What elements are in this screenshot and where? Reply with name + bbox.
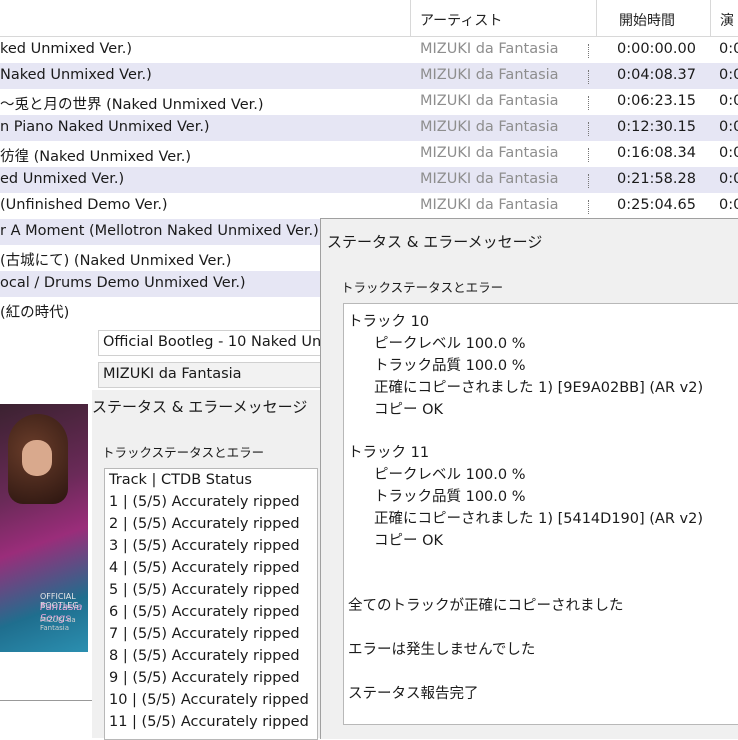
column-marker bbox=[588, 96, 592, 110]
status-text-box[interactable]: トラック 10 ピークレベル 100.0 % トラック品質 100.0 % 正確… bbox=[343, 303, 738, 725]
status-line: ピークレベル 100.0 % bbox=[374, 467, 526, 483]
panel-divider bbox=[0, 700, 92, 701]
track-title: 彷徨 (Naked Unmixed Ver.) bbox=[0, 149, 192, 165]
track-title: 〜兎と月の世界 (Naked Unmixed Ver.) bbox=[0, 97, 264, 113]
track-row[interactable]: ked Unmixed Ver.) MIZUKI da Fantasia 0:0… bbox=[0, 37, 738, 63]
column-marker bbox=[588, 122, 592, 136]
status-line: 1 | (5/5) Accurately ripped bbox=[109, 494, 300, 510]
track-pregap: 0:0 bbox=[719, 119, 738, 135]
track-row[interactable]: Naked Unmixed Ver.) MIZUKI da Fantasia 0… bbox=[0, 63, 738, 89]
status-line: 正確にコピーされました 1) [5414D190] (AR v2) bbox=[374, 511, 703, 527]
column-marker bbox=[588, 148, 592, 162]
column-marker bbox=[588, 174, 592, 188]
status-line: コピー OK bbox=[374, 402, 444, 418]
cover-figure-face bbox=[22, 440, 52, 476]
track-artist: MIZUKI da Fantasia bbox=[420, 145, 559, 161]
track-pregap: 0:0 bbox=[719, 41, 738, 57]
track-title: ocal / Drums Demo Unmixed Ver.) bbox=[0, 275, 246, 291]
track-artist: MIZUKI da Fantasia bbox=[420, 41, 559, 57]
status-line: 10 | (5/5) Accurately ripped bbox=[109, 692, 309, 708]
track-artist: MIZUKI da Fantasia bbox=[420, 93, 559, 109]
column-marker bbox=[588, 44, 592, 58]
status-line: トラック 11 bbox=[348, 445, 430, 461]
column-separator[interactable] bbox=[410, 0, 411, 36]
column-marker bbox=[588, 70, 592, 84]
cover-label-artist: MIZUKI da Fantasia bbox=[40, 616, 76, 632]
track-title: ed Unmixed Ver.) bbox=[0, 171, 125, 187]
track-title: ked Unmixed Ver.) bbox=[0, 41, 133, 57]
track-row[interactable]: n Piano Naked Unmixed Ver.) MIZUKI da Fa… bbox=[0, 115, 738, 141]
track-row[interactable]: (Unfinished Demo Ver.) MIZUKI da Fantasi… bbox=[0, 193, 738, 219]
status-line: 6 | (5/5) Accurately ripped bbox=[109, 604, 300, 620]
track-title: (紅の時代) bbox=[0, 305, 70, 321]
status-line: 9 | (5/5) Accurately ripped bbox=[109, 670, 300, 686]
status-text-box[interactable]: Track | CTDB Status 1 | (5/5) Accurately… bbox=[104, 468, 318, 740]
track-artist: MIZUKI da Fantasia bbox=[420, 171, 559, 187]
track-row[interactable]: 〜兎と月の世界 (Naked Unmixed Ver.) MIZUKI da F… bbox=[0, 89, 738, 115]
status-line: Track | CTDB Status bbox=[109, 472, 252, 488]
status-line: トラック品質 100.0 % bbox=[374, 489, 526, 505]
status-line: トラック 10 bbox=[348, 314, 430, 330]
status-window-accuraterip: ステータス & エラーメッセージ トラックステータスとエラー トラック 10 ピ… bbox=[320, 218, 738, 739]
status-line: 2 | (5/5) Accurately ripped bbox=[109, 516, 300, 532]
track-title: Naked Unmixed Ver.) bbox=[0, 67, 152, 83]
track-start-time: 0:04:08.37 bbox=[617, 67, 696, 83]
status-line: ステータス報告完了 bbox=[348, 686, 479, 702]
track-start-time: 0:16:08.34 bbox=[617, 145, 696, 161]
status-line: 4 | (5/5) Accurately ripped bbox=[109, 560, 300, 576]
track-title: n Piano Naked Unmixed Ver.) bbox=[0, 119, 210, 135]
track-start-time: 0:25:04.65 bbox=[617, 197, 696, 213]
window-title: ステータス & エラーメッセージ bbox=[92, 398, 308, 416]
status-line: 正確にコピーされました 1) [9E9A02BB] (AR v2) bbox=[374, 380, 704, 396]
track-pregap: 0:0 bbox=[719, 145, 738, 161]
track-title: r A Moment (Mellotron Naked Unmixed Ver.… bbox=[0, 223, 319, 239]
column-separator[interactable] bbox=[710, 0, 711, 36]
track-start-time: 0:06:23.15 bbox=[617, 93, 696, 109]
track-start-time: 0:00:00.00 bbox=[617, 41, 696, 57]
status-line: エラーは発生しませんでした bbox=[348, 642, 536, 658]
column-header-extra[interactable]: 演 bbox=[720, 10, 734, 30]
track-pregap: 0:0 bbox=[719, 67, 738, 83]
status-line: 全てのトラックが正確にコピーされました bbox=[348, 598, 624, 614]
track-row[interactable]: 彷徨 (Naked Unmixed Ver.) MIZUKI da Fantas… bbox=[0, 141, 738, 167]
track-artist: MIZUKI da Fantasia bbox=[420, 197, 559, 213]
status-line: ピークレベル 100.0 % bbox=[374, 336, 526, 352]
status-line: 3 | (5/5) Accurately ripped bbox=[109, 538, 300, 554]
status-line: 8 | (5/5) Accurately ripped bbox=[109, 648, 300, 664]
column-separator[interactable] bbox=[596, 0, 597, 36]
column-header-start-time[interactable]: 開始時間 bbox=[619, 10, 675, 30]
group-label: トラックステータスとエラー bbox=[341, 280, 504, 295]
column-marker bbox=[588, 200, 592, 214]
status-line: 7 | (5/5) Accurately ripped bbox=[109, 626, 300, 642]
track-start-time: 0:12:30.15 bbox=[617, 119, 696, 135]
track-list-header: アーティスト 開始時間 演 bbox=[0, 0, 738, 37]
track-pregap: 0:0 bbox=[719, 93, 738, 109]
track-title: (Unfinished Demo Ver.) bbox=[0, 197, 168, 213]
track-title: (古城にて) (Naked Unmixed Ver.) bbox=[0, 253, 232, 269]
track-artist: MIZUKI da Fantasia bbox=[420, 119, 559, 135]
status-line: 5 | (5/5) Accurately ripped bbox=[109, 582, 300, 598]
track-artist: MIZUKI da Fantasia bbox=[420, 67, 559, 83]
album-title-field[interactable]: Official Bootleg - 10 Naked Un bbox=[98, 330, 322, 356]
window-title: ステータス & エラーメッセージ bbox=[327, 233, 543, 251]
status-line: コピー OK bbox=[374, 533, 444, 549]
status-window-ctdb: ステータス & エラーメッセージ トラックステータスとエラー Track | C… bbox=[92, 390, 324, 740]
column-header-artist[interactable]: アーティスト bbox=[420, 10, 502, 30]
track-start-time: 0:21:58.28 bbox=[617, 171, 696, 187]
album-cover-image: OFFICIAL BOOTLEG Fantasia Songs MIZUKI d… bbox=[0, 404, 88, 652]
track-row[interactable]: ed Unmixed Ver.) MIZUKI da Fantasia 0:21… bbox=[0, 167, 738, 193]
group-label: トラックステータスとエラー bbox=[102, 445, 265, 460]
track-pregap: 0:0 bbox=[719, 197, 738, 213]
track-pregap: 0:0 bbox=[719, 171, 738, 187]
status-line: トラック品質 100.0 % bbox=[374, 358, 526, 374]
album-artist-field[interactable]: MIZUKI da Fantasia bbox=[98, 362, 322, 388]
status-line: 11 | (5/5) Accurately ripped bbox=[109, 714, 309, 730]
